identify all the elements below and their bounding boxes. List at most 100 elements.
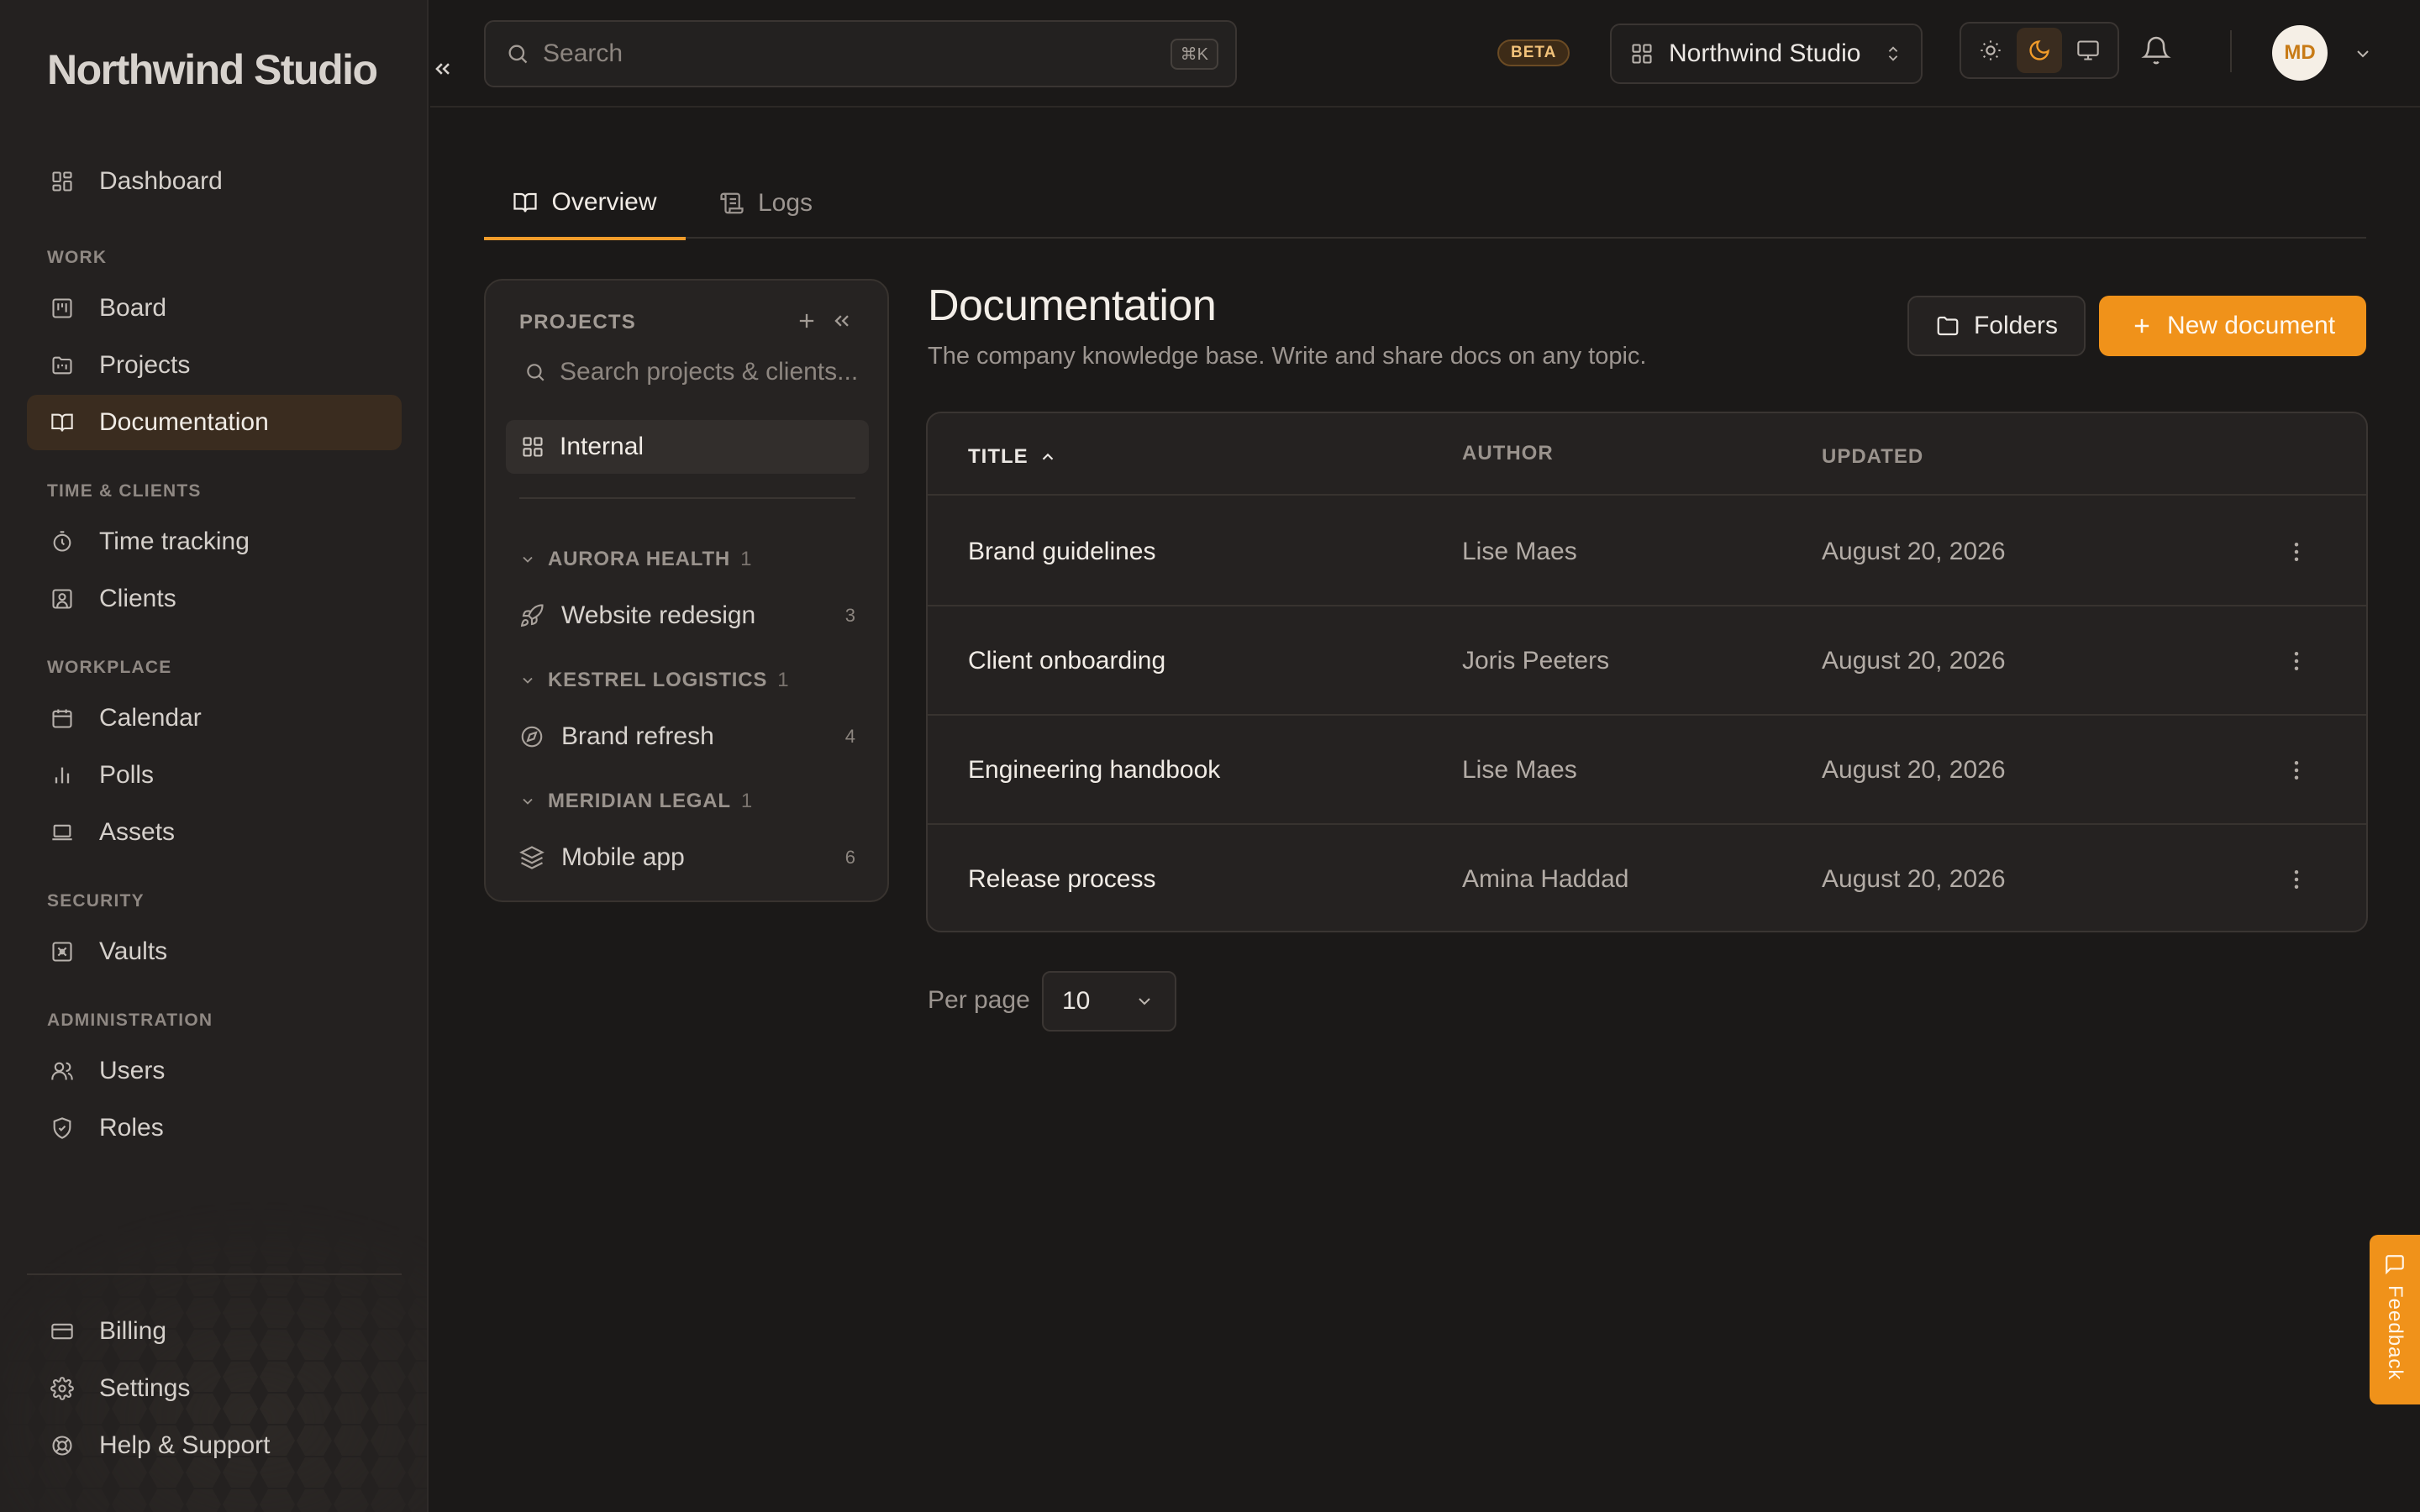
chevrons-left-icon (834, 315, 849, 327)
grid-icon (1630, 42, 1654, 66)
bell-icon (2141, 36, 2171, 65)
sidebar-item-label: Documentation (99, 408, 269, 436)
row-actions-button[interactable] (2284, 606, 2309, 716)
doc-updated: August 20, 2026 (1822, 647, 2006, 675)
column-header-author[interactable]: AUTHOR (1462, 442, 1554, 465)
more-vertical-icon (2294, 543, 2299, 561)
feedback-button[interactable]: Feedback (2370, 1235, 2420, 1404)
sidebar-item-assets[interactable]: Assets (27, 805, 402, 860)
section-time-clients: TIME & CLIENTS (47, 481, 202, 501)
chevrons-up-down-icon (1884, 45, 1902, 63)
column-header-updated[interactable]: UPDATED (1822, 445, 1923, 469)
tab-logs[interactable]: Logs (719, 168, 813, 239)
section-workplace: WORKPLACE (47, 658, 172, 677)
layers-icon (519, 845, 548, 870)
add-project-button[interactable] (795, 309, 818, 333)
sidebar-item-time-tracking[interactable]: Time tracking (27, 514, 402, 570)
search-icon (506, 42, 529, 66)
projects-divider (519, 497, 855, 499)
sidebar-item-documentation[interactable]: Documentation (27, 395, 402, 450)
chevrons-left-icon (435, 63, 450, 75)
collapse-projects-button[interactable] (830, 309, 854, 333)
sidebar-item-roles[interactable]: Roles (27, 1100, 402, 1156)
monitor-icon (2077, 40, 2099, 60)
client-group-toggle[interactable]: KESTREL LOGISTICS 1 (519, 669, 789, 692)
chevron-down-icon (519, 793, 536, 810)
per-page-select[interactable]: 10 (1042, 971, 1176, 1032)
project-internal[interactable]: Internal (506, 420, 869, 474)
per-page-value: 10 (1062, 987, 1091, 1015)
tab-overview[interactable]: Overview (484, 168, 686, 240)
more-vertical-icon (2294, 652, 2299, 670)
theme-light-button[interactable] (1968, 28, 2013, 73)
doc-updated: August 20, 2026 (1822, 538, 2006, 565)
per-page-label: Per page (928, 986, 1030, 1014)
table-row[interactable]: Client onboarding Joris Peeters August 2… (928, 606, 2366, 716)
page-subtitle: The company knowledge base. Write and sh… (928, 343, 1647, 370)
global-search[interactable]: ⌘K (484, 20, 1237, 87)
doc-title[interactable]: Client onboarding (968, 606, 1165, 716)
sun-icon (1981, 40, 2001, 60)
folders-button[interactable]: Folders (1907, 296, 2086, 356)
search-input[interactable] (543, 39, 1171, 68)
sidebar-item-settings[interactable]: Settings (27, 1361, 402, 1416)
new-document-button[interactable]: New document (2099, 296, 2366, 356)
client-group-toggle[interactable]: MERIDIAN LEGAL 1 (519, 790, 753, 813)
brand-logo[interactable]: Northwind Studio (47, 45, 378, 94)
sidebar-item-users[interactable]: Users (27, 1043, 402, 1099)
project-item[interactable]: Mobile app 6 (519, 837, 855, 879)
sidebar-item-label: Polls (99, 761, 155, 789)
table-row[interactable]: Brand guidelines Lise Maes August 20, 20… (928, 497, 2366, 606)
avatar[interactable]: MD (2272, 25, 2328, 81)
sidebar-item-vaults[interactable]: Vaults (27, 924, 402, 979)
chevron-down-icon (519, 551, 536, 568)
sidebar-item-billing[interactable]: Billing (27, 1304, 402, 1359)
doc-title[interactable]: Engineering handbook (968, 716, 1220, 825)
client-name: AURORA HEALTH (548, 548, 731, 570)
project-count: 4 (844, 726, 855, 747)
sidebar-item-label: Clients (99, 585, 176, 612)
tab-label: Logs (758, 189, 813, 217)
theme-system-button[interactable] (2065, 28, 2111, 73)
laptop-icon (45, 821, 79, 844)
theme-toggle (1960, 22, 2119, 79)
row-actions-button[interactable] (2284, 825, 2309, 931)
doc-author: Amina Haddad (1462, 865, 1629, 893)
project-item[interactable]: Website redesign 3 (519, 595, 855, 637)
message-square-icon (2386, 1255, 2404, 1275)
projects-header: PROJECTS (519, 311, 636, 333)
notifications-button[interactable] (2141, 35, 2171, 66)
column-header-title[interactable]: TITLE (968, 445, 1057, 469)
compass-icon (519, 724, 548, 749)
row-actions-button[interactable] (2284, 497, 2309, 606)
doc-title[interactable]: Brand guidelines (968, 497, 1156, 606)
client-name: MERIDIAN LEGAL (548, 790, 731, 812)
sidebar-item-dashboard[interactable]: Dashboard (27, 154, 402, 209)
workspace-switcher[interactable]: Northwind Studio (1610, 24, 1923, 84)
sidebar-item-help[interactable]: Help & Support (27, 1418, 402, 1473)
project-item[interactable]: Brand refresh 4 (519, 716, 855, 758)
sidebar-item-clients[interactable]: Clients (27, 571, 402, 627)
sidebar-item-label: Projects (99, 351, 191, 379)
folder-icon (1935, 313, 1960, 339)
table-row[interactable]: Engineering handbook Lise Maes August 20… (928, 716, 2366, 825)
client-group-toggle[interactable]: AURORA HEALTH 1 (519, 548, 752, 571)
sidebar-item-label: Roles (99, 1114, 164, 1142)
sidebar-item-polls[interactable]: Polls (27, 748, 402, 803)
book-open-icon (45, 411, 79, 434)
beta-badge: BETA (1497, 39, 1570, 66)
sidebar-item-board[interactable]: Board (27, 281, 402, 336)
column-label: UPDATED (1822, 445, 1924, 468)
theme-dark-button[interactable] (2017, 28, 2062, 73)
more-vertical-icon (2294, 870, 2299, 889)
projects-search[interactable] (506, 346, 869, 398)
row-actions-button[interactable] (2284, 716, 2309, 825)
table-row[interactable]: Release process Amina Haddad August 20, … (928, 825, 2366, 931)
account-menu-button[interactable] (2353, 44, 2373, 64)
doc-title[interactable]: Release process (968, 825, 1155, 931)
sidebar-item-projects[interactable]: Projects (27, 338, 402, 393)
sidebar-item-calendar[interactable]: Calendar (27, 690, 402, 746)
projects-search-input[interactable] (560, 358, 862, 386)
chevron-up-icon (1039, 448, 1057, 466)
collapse-sidebar-button[interactable] (430, 52, 455, 86)
